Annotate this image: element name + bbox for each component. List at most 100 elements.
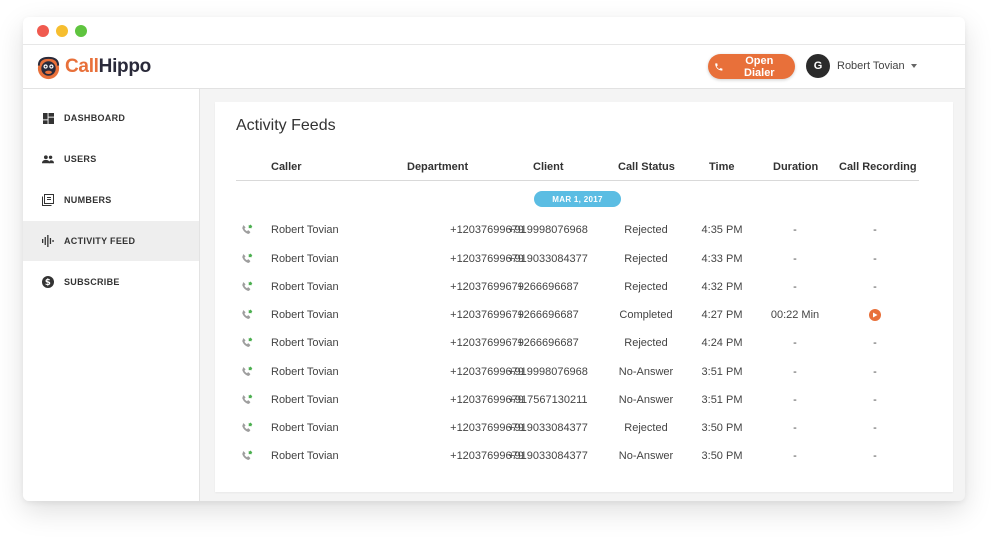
table-row[interactable]: Robert Tovian +12037699679 +266696687 Rejec… [215,330,953,358]
column-header-duration: Duration [773,161,819,173]
open-dialer-label: Open Dialer [744,54,775,79]
client-cell: +266696687 [517,337,579,349]
header-divider [236,180,919,181]
client-cell: +266696687 [517,309,579,321]
client-cell: +917567130211 [508,394,588,406]
time-cell: 3:51 PM [701,366,743,378]
outgoing-call-icon [240,422,254,436]
table-row[interactable]: Robert Tovian +12037699679 +919998076968 No… [215,359,953,387]
column-header-client: Client [533,161,564,173]
call-status-cell: No-Answer [618,394,674,406]
client-cell: +919033084377 [508,450,588,462]
outgoing-call-icon [240,394,254,408]
page-title: Activity Feeds [236,117,336,134]
call-recording-cell: - [873,253,877,265]
browser-window: CallHippo Open Dialer G Robert Tovian DA… [23,17,965,501]
caller-cell: Robert Tovian [271,450,339,462]
client-cell: +266696687 [517,281,579,293]
play-icon[interactable] [869,309,881,322]
minimize-window-button[interactable] [56,25,68,37]
outgoing-call-icon [240,309,254,323]
column-header-department: Department [407,161,469,173]
user-menu-dropdown[interactable]: Robert Tovian [837,60,917,72]
caller-cell: Robert Tovian [271,224,339,236]
table-row[interactable]: Robert Tovian +12037699679 +919033084377 Re… [215,415,953,443]
outgoing-call-icon [240,224,254,238]
client-cell: +919033084377 [508,253,588,265]
dashboard-icon [42,112,54,124]
avatar[interactable]: G [806,54,830,78]
hippo-logo-icon [37,56,60,79]
call-recording-cell: - [873,366,877,378]
sidebar-item-dashboard[interactable]: DASHBOARD [23,98,199,138]
duration-cell: - [793,253,797,265]
call-status-cell: Completed [619,309,673,321]
duration-cell: - [793,394,797,406]
app-header: CallHippo Open Dialer G Robert Tovian [23,45,965,89]
table-row[interactable]: Robert Tovian +12037699679 +919033084377 No… [215,443,953,471]
caller-cell: Robert Tovian [271,309,339,321]
time-cell: 3:51 PM [701,394,743,406]
sidebar-item-label: DASHBOARD [64,113,126,123]
call-recording-cell: - [873,422,877,434]
call-status-cell: No-Answer [618,450,674,462]
call-recording-cell: - [873,281,877,293]
sidebar-item-label: USERS [64,154,97,164]
numbers-icon [42,194,54,206]
users-icon [42,153,54,165]
call-status-cell: Rejected [624,224,668,236]
call-recording-cell: - [873,394,877,406]
date-group-badge: MAR 1, 2017 [534,191,621,207]
sidebar-item-label: SUBSCRIBE [64,277,120,287]
caller-cell: Robert Tovian [271,253,339,265]
duration-cell: 00:22 Min [770,309,820,321]
activity-feeds-panel: Activity Feeds Caller Department Client … [215,102,953,492]
close-window-button[interactable] [37,25,49,37]
svg-text:$: $ [45,278,51,288]
outgoing-call-icon [240,450,254,464]
sidebar-item-users[interactable]: USERS [23,139,199,179]
outgoing-call-icon [240,253,254,267]
maximize-window-button[interactable] [75,25,87,37]
call-recording-cell: - [873,450,877,462]
chevron-down-icon [910,64,917,68]
sidebar-item-subscribe[interactable]: $ SUBSCRIBE [23,262,199,302]
table-row[interactable]: Robert Tovian +12037699679 +266696687 Compl… [215,302,953,330]
call-status-cell: Rejected [624,337,668,349]
time-cell: 4:24 PM [701,337,743,349]
callhippo-logo[interactable]: CallHippo [35,52,151,82]
table-row[interactable]: Robert Tovian +12037699679 +919998076968 Re… [215,217,953,245]
column-header-time: Time [709,161,735,173]
sidebar-item-label: ACTIVITY FEED [64,236,136,246]
sidebar-item-label: NUMBERS [64,195,112,205]
caller-cell: Robert Tovian [271,281,339,293]
duration-cell: - [793,337,797,349]
open-dialer-button[interactable]: Open Dialer [708,54,795,79]
call-recording-cell: - [873,337,877,349]
client-cell: +919998076968 [508,224,588,236]
column-header-caller: Caller [271,161,302,173]
phone-icon [715,62,723,71]
dollar-icon: $ [42,276,54,288]
client-cell: +919033084377 [508,422,588,434]
duration-cell: - [793,281,797,293]
call-recording-cell [845,309,905,322]
outgoing-call-icon [240,337,254,351]
duration-cell: - [793,450,797,462]
activity-feed-icon [42,235,54,247]
duration-cell: - [793,366,797,378]
table-row[interactable]: Robert Tovian +12037699679 +917567130211 No… [215,387,953,415]
client-cell: +919998076968 [508,366,588,378]
avatar-initial: G [813,60,823,72]
sidebar-item-numbers[interactable]: NUMBERS [23,180,199,220]
table-row[interactable]: Robert Tovian +12037699679 +266696687 Rejec… [215,274,953,302]
sidebar-item-activity-feed[interactable]: ACTIVITY FEED [23,221,199,261]
table-row[interactable]: Robert Tovian +12037699679 +919033084377 Re… [215,246,953,274]
time-cell: 4:27 PM [701,309,743,321]
sidebar: DASHBOARD USERS NUMBERS ACTIVITY FEED $ … [23,89,200,501]
call-status-cell: Rejected [624,253,668,265]
column-header-call-status: Call Status [618,161,675,173]
time-cell: 4:32 PM [701,281,743,293]
caller-cell: Robert Tovian [271,337,339,349]
call-status-cell: Rejected [624,422,668,434]
